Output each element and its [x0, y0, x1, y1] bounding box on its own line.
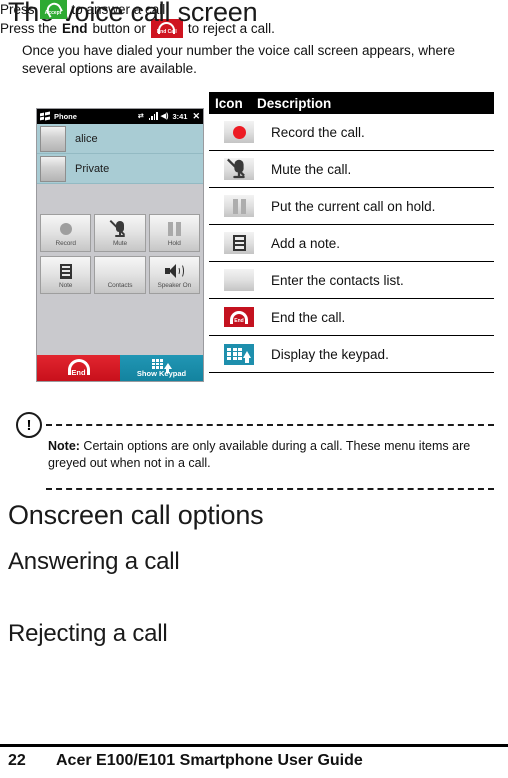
contact-avatar-icon: [40, 125, 66, 152]
page: The voice call screen Once you have dial…: [0, 0, 508, 778]
end-call-button[interactable]: End: [37, 355, 120, 381]
note-button-label: Note: [58, 282, 73, 289]
table-row: Record the call.: [209, 114, 494, 151]
note-label: Note:: [48, 439, 80, 453]
keypad-grid-icon: [209, 343, 269, 365]
table-row: Enter the contacts list.: [209, 262, 494, 299]
note-dashed-bottom-border: [46, 488, 494, 490]
windows-logo-icon: [40, 111, 50, 121]
record-button[interactable]: Record: [40, 214, 92, 252]
table-row: Display the keypad.: [209, 336, 494, 373]
contacts-person-icon: [209, 269, 269, 291]
note-text: Note: Certain options are only available…: [48, 438, 486, 472]
exclamation-circle-icon: !: [16, 412, 42, 438]
data-connection-icon: ⇄: [137, 113, 144, 120]
footer-title: Acer E100/E101 Smartphone User Guide: [56, 752, 363, 769]
end-call-handset-icon: [67, 359, 90, 375]
speaker-on-icon: [165, 261, 185, 281]
note-lines-icon: [59, 261, 72, 281]
accept-call-icon: Accept: [39, 0, 67, 19]
table-cell-description: Mute the call.: [271, 161, 352, 177]
mute-button[interactable]: Mute: [94, 214, 146, 252]
contact-row[interactable]: Private: [37, 154, 203, 184]
rejecting-title: Rejecting a call: [8, 620, 168, 647]
phone-empty-area: [37, 184, 203, 214]
table-cell-description: Display the keypad.: [271, 346, 389, 362]
show-keypad-label: Show Keypad: [136, 368, 187, 378]
phone-button-grid: Record Mute Hold Note Contacts Speaker O…: [37, 214, 203, 294]
table-header-row: Icon Description: [209, 92, 494, 114]
phone-titlebar: Phone ⇄ ◀) 3:41 ✕: [37, 109, 203, 124]
icon-description-table: Icon Description Record the call. Mute t…: [209, 92, 494, 373]
answering-title: Answering a call: [8, 548, 180, 575]
phone-bottom-bar: End Show Keypad: [37, 355, 203, 381]
table-header-description: Description: [257, 95, 332, 111]
onscreen-options-title: Onscreen call options: [8, 500, 264, 530]
mute-button-label: Mute: [112, 240, 128, 247]
note-lines-icon: [209, 232, 269, 254]
contact-name: Private: [75, 162, 110, 175]
pause-hold-icon: [209, 195, 269, 217]
phone-button-row: Record Mute Hold: [40, 214, 200, 252]
note-button[interactable]: Note: [40, 256, 92, 294]
phone-screenshot: Phone ⇄ ◀) 3:41 ✕ alice Private Record M…: [36, 108, 204, 382]
mute-microphone-icon: [109, 219, 128, 239]
record-button-label: Record: [55, 240, 76, 247]
speaker-icon: ◀): [160, 113, 169, 120]
contacts-button-label: Contacts: [107, 282, 133, 289]
record-dot-icon: [59, 219, 72, 239]
table-cell-description: Put the current call on hold.: [271, 198, 436, 214]
table-cell-description: Record the call.: [271, 124, 365, 140]
phone-app-name: Phone: [54, 112, 77, 121]
footer-divider: [0, 744, 508, 747]
signal-bars-icon: [147, 111, 158, 122]
table-cell-description: Add a note.: [271, 235, 341, 251]
table-row: Put the current call on hold.: [209, 188, 494, 225]
contact-avatar-icon: [40, 155, 66, 182]
footer: 22 Acer E100/E101 Smartphone User Guide: [8, 752, 502, 770]
speaker-button[interactable]: Speaker On: [148, 256, 200, 294]
phone-button-row: Note Contacts Speaker On: [40, 256, 200, 294]
mute-microphone-icon: [209, 158, 269, 180]
hold-button-label: Hold: [167, 240, 181, 247]
phone-clock: 3:41: [172, 112, 188, 121]
contact-row[interactable]: alice: [37, 124, 203, 154]
contacts-button[interactable]: Contacts: [94, 256, 146, 294]
table-row: End End the call.: [209, 299, 494, 336]
table-cell-description: Enter the contacts list.: [271, 272, 404, 288]
hold-button[interactable]: Hold: [148, 214, 200, 252]
table-row: Mute the call.: [209, 151, 494, 188]
note-body: Certain options are only available durin…: [48, 439, 471, 470]
record-dot-icon: [209, 121, 269, 143]
table-row: Add a note.: [209, 225, 494, 262]
pause-icon: [167, 219, 181, 239]
keypad-grid-up-icon: [151, 359, 172, 373]
page-number: 22: [8, 752, 26, 769]
table-header-icon: Icon: [215, 95, 243, 111]
table-cell-description: End the call.: [271, 309, 346, 325]
intro-paragraph: Once you have dialed your number the voi…: [22, 43, 455, 76]
contact-name: alice: [75, 132, 98, 145]
close-x-icon[interactable]: ✕: [192, 112, 200, 121]
show-keypad-button[interactable]: Show Keypad: [120, 355, 203, 381]
note-dashed-top-border: [46, 424, 494, 426]
end-call-icon: End: [209, 307, 269, 327]
speaker-button-label: Speaker On: [157, 282, 192, 289]
